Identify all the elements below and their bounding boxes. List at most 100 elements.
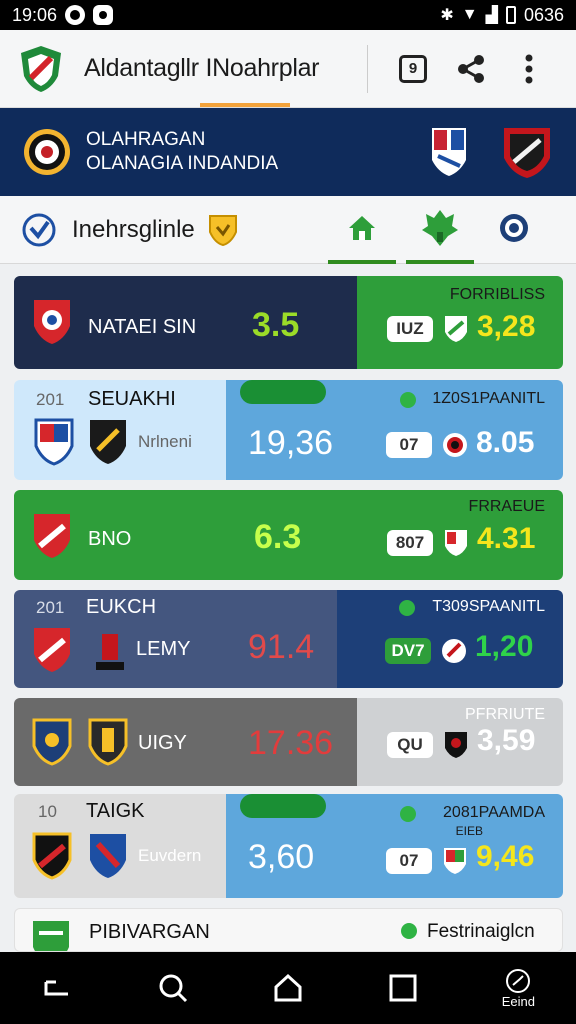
odds-pill[interactable]: IUZ xyxy=(387,316,433,342)
market-header: T309SPAANITL xyxy=(432,598,545,615)
score: 17.36 xyxy=(248,724,334,762)
score: 91.4 xyxy=(248,628,315,666)
match-time: 10 xyxy=(38,802,57,821)
match-time: 201 xyxy=(36,598,65,617)
match-card[interactable]: UIGY 17.36 PFRRIUTE QU 3,59 xyxy=(14,698,563,786)
wifi-icon: ▼ xyxy=(461,6,478,23)
message-icon xyxy=(93,5,114,25)
check-circle-icon[interactable] xyxy=(22,213,56,247)
extra-nav-button[interactable]: Eeind xyxy=(488,958,548,1018)
status-time: 0636 xyxy=(523,4,564,25)
home-crest-icon xyxy=(32,718,72,766)
match-card[interactable]: NATAEI SIN 3.5 FORRIBLISS IUZ 3,28 xyxy=(14,276,563,369)
team-crest-icon xyxy=(33,921,69,951)
more-vert-icon xyxy=(525,54,533,83)
away-crest-icon xyxy=(96,634,124,670)
mini-crest-icon xyxy=(445,316,467,342)
odds-pill[interactable]: QU xyxy=(387,732,433,758)
league-banner[interactable]: OLAHRAGAN OLANAGIA INDANDIA xyxy=(0,108,576,196)
home-outline-icon xyxy=(274,973,302,1002)
market-header: Festrinaiglcn xyxy=(427,921,535,942)
odds-value[interactable]: 3,59 xyxy=(477,724,535,758)
match-card[interactable]: BNO 6.3 FRRAEUE 807 4.31 xyxy=(14,490,563,580)
team-crest-icon xyxy=(34,300,70,344)
odds-pill[interactable]: 07 xyxy=(386,848,432,874)
mini-crest-icon xyxy=(445,530,467,556)
badge-icon xyxy=(500,213,528,242)
live-dot-icon xyxy=(400,806,416,822)
live-dot-icon xyxy=(400,392,416,408)
bluetooth-icon: ✱ xyxy=(440,7,454,24)
odds-value[interactable]: 3,28 xyxy=(477,310,535,344)
league-badge-icon xyxy=(24,129,70,175)
team-sub: Euvdern xyxy=(138,846,202,865)
live-bar xyxy=(240,794,326,818)
tab-home[interactable] xyxy=(328,196,396,264)
share-icon xyxy=(458,54,484,83)
match-card[interactable]: PIBIVARGAN Festrinaiglcn xyxy=(14,908,563,952)
market-header: FORRIBLISS xyxy=(449,286,545,303)
team-name: EUKCH xyxy=(86,596,157,618)
away-crest-icon xyxy=(90,834,126,878)
mini-crest-icon xyxy=(445,732,467,758)
tab-indicator xyxy=(200,103,290,107)
home-button[interactable] xyxy=(258,958,318,1018)
odds-value[interactable]: 8.05 xyxy=(476,426,534,460)
club-crest-icon xyxy=(504,128,550,178)
app-title: Aldantagllr INoahrplar xyxy=(84,54,320,82)
odds-pill[interactable]: DV7 xyxy=(385,638,431,664)
filter-label: Inehrsglinle xyxy=(72,215,195,243)
odds-pill[interactable]: 07 xyxy=(386,432,432,458)
compass-icon xyxy=(506,968,531,993)
leaf-trophy-icon xyxy=(422,209,458,246)
status-bar: 19:06 ✱ ▼ ▟ 0636 xyxy=(0,0,576,30)
odds-value[interactable]: 1,20 xyxy=(475,630,533,664)
back-icon xyxy=(44,980,68,996)
tab-trophy[interactable] xyxy=(406,196,474,264)
odds-value[interactable]: 4.31 xyxy=(477,522,535,556)
filter-bar: Inehrsglinle xyxy=(0,196,576,264)
market-header: 2081PAAMDA xyxy=(443,804,545,821)
team-name: SEUAKHI xyxy=(88,388,176,410)
share-button[interactable] xyxy=(454,52,488,86)
team-sub: LEMY xyxy=(136,638,191,660)
score: 3,60 xyxy=(248,838,315,876)
mini-crest-icon xyxy=(442,639,466,663)
team-name: NATAEI SIN xyxy=(88,316,197,338)
market-header: PFRRIUTE xyxy=(465,706,545,723)
search-icon xyxy=(159,974,187,1003)
live-bar xyxy=(240,380,326,404)
home-crest-icon xyxy=(34,418,74,466)
mini-crest-icon xyxy=(443,433,467,457)
team-name: TAIGK xyxy=(86,800,145,822)
live-dot-icon xyxy=(401,923,417,939)
back-button[interactable] xyxy=(28,958,88,1018)
bottom-nav: Eeind xyxy=(0,952,576,1024)
clock: 19:06 xyxy=(12,4,58,25)
score: 19,36 xyxy=(248,424,334,462)
away-crest-icon xyxy=(90,420,126,464)
recents-button[interactable] xyxy=(373,958,433,1018)
market-header: 1Z0S1PAANITL xyxy=(432,390,545,407)
match-card[interactable]: 201 SEUAKHI Nrlneni 1Z0S1PAANITL 19,36 0… xyxy=(14,380,563,480)
search-button[interactable] xyxy=(143,958,203,1018)
score: 3.5 xyxy=(252,306,300,344)
match-card[interactable]: 10 TAIGK Euvdern 2081PAAMDA EIEB 3,60 07… xyxy=(14,794,563,898)
app-bar: Aldantagllr INoahrplar 9 xyxy=(0,30,576,108)
league-line-2: OLANAGIA INDANDIA xyxy=(86,153,279,174)
tab-badge[interactable] xyxy=(474,196,554,264)
odds-pill[interactable]: 807 xyxy=(387,530,433,556)
more-button[interactable] xyxy=(512,52,546,86)
team-name: PIBIVARGAN xyxy=(89,921,210,943)
match-time: 201 xyxy=(36,390,65,409)
battery-icon xyxy=(505,6,516,24)
team-name: BNO xyxy=(88,528,132,550)
match-card[interactable]: 201 EUKCH LEMY 91.4 T309SPAANITL DV7 1,2… xyxy=(14,590,563,688)
odds-value[interactable]: 9,46 xyxy=(476,840,534,874)
live-dot-icon xyxy=(399,600,415,616)
away-crest-icon xyxy=(88,718,128,766)
shield-icon[interactable] xyxy=(207,213,239,247)
home-icon xyxy=(349,215,375,240)
square-icon: 9 xyxy=(399,54,427,83)
badge-button[interactable]: 9 xyxy=(396,52,430,86)
